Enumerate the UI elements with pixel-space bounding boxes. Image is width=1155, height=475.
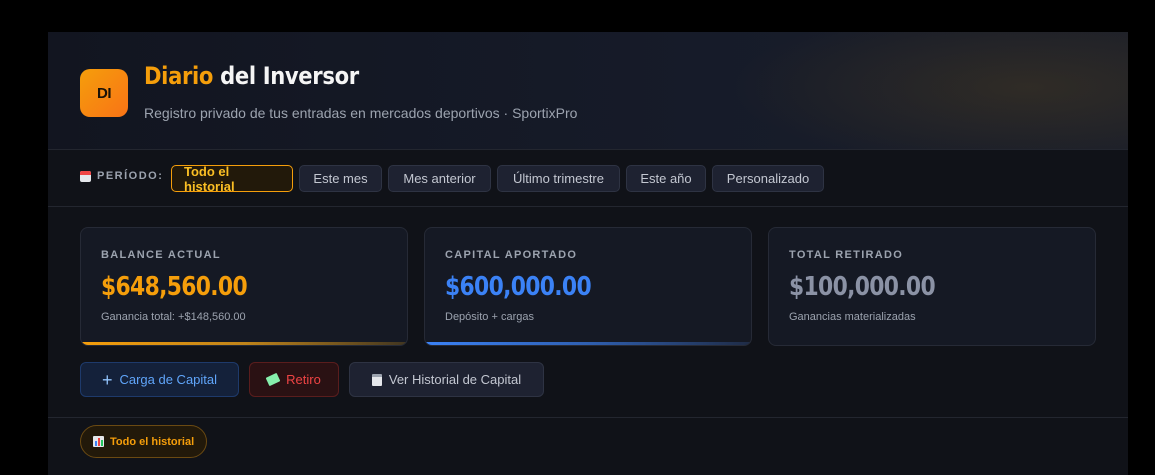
card-value: $600,000.00 xyxy=(445,272,592,302)
period-label: PERÍODO: xyxy=(80,170,163,182)
card-note: Depósito + cargas xyxy=(445,311,534,323)
plus-icon: + xyxy=(101,369,113,390)
card-value: $648,560.00 xyxy=(101,272,248,302)
card-label: BALANCE ACTUAL xyxy=(101,249,221,261)
period-option-this-year[interactable]: Este año xyxy=(626,165,706,192)
period-option-this-month[interactable]: Este mes xyxy=(299,165,382,192)
card-label: TOTAL RETIRADO xyxy=(789,249,904,261)
withdraw-label: Retiro xyxy=(286,372,321,387)
period-filter-bar: PERÍODO: Todo el historial Este mes Mes … xyxy=(48,151,1128,207)
period-option-custom[interactable]: Personalizado xyxy=(712,165,824,192)
period-label-text: PERÍODO: xyxy=(97,170,164,182)
period-option-last-month[interactable]: Mes anterior xyxy=(388,165,491,192)
period-option-all[interactable]: Todo el historial xyxy=(171,164,293,194)
main-panel: DI Diario del Inversor Registro privado … xyxy=(48,32,1128,475)
withdraw-button[interactable]: Retiro xyxy=(249,362,339,397)
add-capital-label: Carga de Capital xyxy=(119,372,218,387)
withdrawn-card: TOTAL RETIRADO $100,000.00 Ganancias mat… xyxy=(768,227,1096,346)
money-wings-icon xyxy=(265,372,281,387)
card-note: Ganancias materializadas xyxy=(789,311,916,323)
page-subtitle: Registro privado de tus entradas en merc… xyxy=(144,105,578,121)
active-filter-chip[interactable]: Todo el historial xyxy=(80,425,208,458)
header: DI Diario del Inversor Registro privado … xyxy=(48,32,1128,150)
balance-card: BALANCE ACTUAL $648,560.00 Ganancia tota… xyxy=(80,227,408,346)
calendar-icon xyxy=(80,170,91,182)
title-accent: Diario xyxy=(144,62,214,90)
card-accent-bar xyxy=(81,342,407,345)
period-option-last-quarter[interactable]: Último trimestre xyxy=(497,165,620,192)
capital-history-label: Ver Historial de Capital xyxy=(388,372,522,387)
card-value: $100,000.00 xyxy=(789,272,936,302)
page-title: Diario del Inversor xyxy=(144,62,359,90)
app-logo: DI xyxy=(80,69,128,117)
title-rest: del Inversor xyxy=(213,62,359,90)
section-divider xyxy=(48,417,1128,418)
active-filter-label: Todo el historial xyxy=(110,435,195,448)
clipboard-icon xyxy=(371,373,382,386)
card-note: Ganancia total: +$148,560.00 xyxy=(101,311,246,323)
capital-history-button[interactable]: Ver Historial de Capital xyxy=(349,362,544,397)
card-accent-bar xyxy=(425,342,751,345)
add-capital-button[interactable]: + Carga de Capital xyxy=(80,362,239,397)
capital-card: CAPITAL APORTADO $600,000.00 Depósito + … xyxy=(424,227,752,346)
card-label: CAPITAL APORTADO xyxy=(445,249,578,261)
bar-chart-icon xyxy=(93,436,104,447)
